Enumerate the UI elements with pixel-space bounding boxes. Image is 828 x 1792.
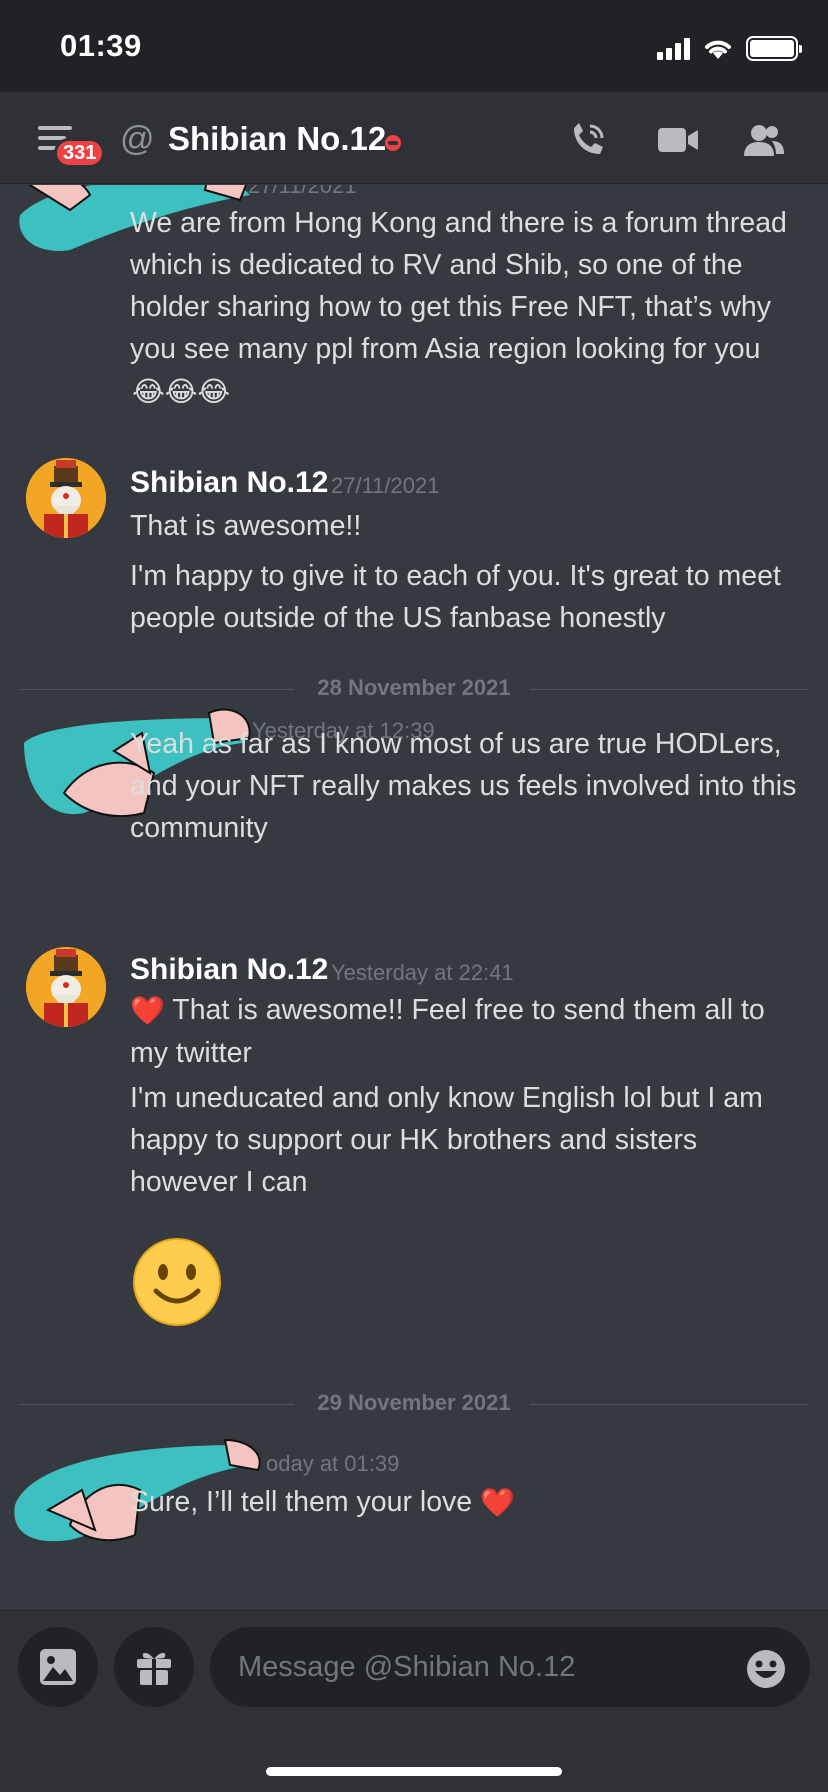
message-list[interactable]: 27/11/2021 We are from Hong Kong and the… [0,185,828,1610]
date-divider: 29 November 2021 [20,1390,808,1420]
message-text: I'm happy to give it to each of you. It'… [130,560,781,634]
slightly-smiling-emoji [132,1237,222,1327]
message-composer [0,1610,828,1792]
message-author[interactable]: Shibian No.12 [130,953,328,987]
wifi-icon [705,40,731,59]
gift-button[interactable] [114,1627,194,1707]
message-text: ❤️ That is awesome!! Feel free to send t… [130,989,810,1074]
at-icon: @ [120,120,155,158]
laughing-emoji: 😂😂😂 [132,376,231,408]
message-text: I'm uneducated and only know English lol… [130,1082,763,1198]
status-time: 01:39 [60,28,142,63]
message-text: Sure, I’ll tell them your love ❤️ [130,1481,810,1524]
dnd-status-icon [385,135,401,151]
message-timestamp: oday at 01:39 [266,1451,400,1476]
date-divider: 28 November 2021 [20,675,808,705]
message-timestamp: 27/11/2021 [248,185,357,198]
unread-badge: 331 [54,138,106,168]
emoji-icon[interactable] [746,1649,786,1689]
home-indicator[interactable] [266,1767,562,1776]
message-input[interactable] [210,1627,810,1707]
avatar[interactable] [26,458,106,538]
avatar[interactable] [26,947,106,1027]
dm-header: 331 @ Shibian No.12 [0,92,828,184]
image-upload-button[interactable] [18,1627,98,1707]
status-bar: 01:39 [0,0,828,92]
message-author[interactable]: Shibian No.12 [130,466,328,500]
gift-icon [137,1652,171,1685]
video-camera-icon[interactable] [656,120,700,160]
date-divider-label: 29 November 2021 [317,1390,511,1415]
channel-title[interactable]: Shibian No.12 [168,120,386,158]
phone-call-icon[interactable] [566,120,610,160]
cellular-signal-icon [657,37,690,60]
date-divider-label: 28 November 2021 [317,675,511,700]
battery-icon [746,36,802,61]
image-icon [40,1649,76,1685]
heart-emoji: ❤️ [130,995,165,1027]
status-icons [657,36,802,61]
message-text: That is awesome!! [130,510,362,542]
heart-emoji: ❤️ [480,1487,515,1519]
message-text: We are from Hong Kong and there is a for… [130,202,810,413]
message-text: Yeah as far as I know most of us are tru… [130,728,797,844]
members-icon[interactable] [742,120,786,160]
message-timestamp: Yesterday at 22:41 [331,960,514,985]
message-timestamp: 27/11/2021 [331,473,440,498]
